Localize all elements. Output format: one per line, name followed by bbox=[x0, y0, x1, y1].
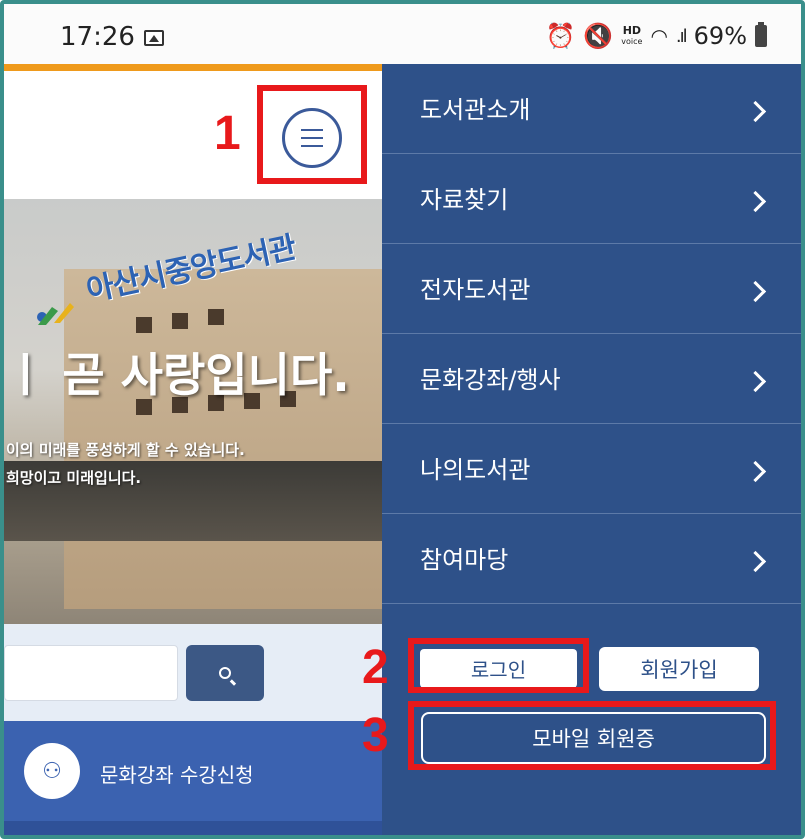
status-bar: 17:26 ⏰ 🔇 HD voice ◠ .ıl 69% bbox=[4, 4, 801, 64]
menu-item-label: 참여마당 bbox=[420, 546, 509, 574]
menu-item-search-materials[interactable]: 자료찾기 bbox=[382, 154, 801, 244]
search-button[interactable] bbox=[186, 645, 264, 701]
hero-banner: 아산시중앙도서관 ㅣ 곧 사랑입니다. 이의 미래를 풍성하게 할 수 있습니다… bbox=[4, 199, 382, 624]
header-accent-bar bbox=[4, 64, 382, 71]
image-notification-icon bbox=[144, 30, 164, 46]
menu-item-label: 나의도서관 bbox=[420, 456, 531, 484]
menu-item-e-library[interactable]: 전자도서관 bbox=[382, 244, 801, 334]
join-button[interactable]: 회원가입 bbox=[599, 647, 759, 691]
hd-voice-icon: HD voice bbox=[621, 23, 643, 46]
status-icons: ⏰ 🔇 HD voice ◠ .ıl 69% bbox=[546, 22, 767, 50]
annotation-number-3: 3 bbox=[362, 709, 389, 762]
chevron-right-icon bbox=[744, 460, 767, 483]
battery-icon bbox=[755, 22, 767, 47]
quick-link-culture-lecture[interactable]: ⚇ 문화강좌 수강신청 bbox=[4, 721, 382, 821]
menu-item-label: 문화강좌/행사 bbox=[420, 366, 561, 394]
menu-button[interactable] bbox=[282, 108, 342, 168]
search-input[interactable] bbox=[4, 645, 178, 701]
login-button[interactable]: 로그인 bbox=[420, 649, 577, 688]
wifi-icon: ◠ bbox=[650, 24, 668, 48]
menu-item-label: 도서관소개 bbox=[420, 96, 531, 124]
menu-item-label: 자료찾기 bbox=[420, 186, 509, 214]
mobile-card-button[interactable]: 모바일 회원증 bbox=[421, 712, 766, 764]
chevron-right-icon bbox=[744, 550, 767, 573]
menu-item-label: 전자도서관 bbox=[420, 276, 531, 304]
quick-link-label: 문화강좌 수강신청 bbox=[100, 763, 254, 787]
mute-icon: 🔇 bbox=[583, 22, 614, 50]
chevron-right-icon bbox=[744, 100, 767, 123]
chevron-right-icon bbox=[744, 190, 767, 213]
lecture-icon: ⚇ bbox=[24, 743, 80, 799]
chevron-right-icon bbox=[744, 370, 767, 393]
chevron-right-icon bbox=[744, 280, 767, 303]
menu-item-my-library[interactable]: 나의도서관 bbox=[382, 424, 801, 514]
status-time: 17:26 bbox=[60, 22, 135, 52]
menu-item-culture-events[interactable]: 문화강좌/행사 bbox=[382, 334, 801, 424]
menu-item-participation[interactable]: 참여마당 bbox=[382, 514, 801, 604]
menu-item-library-intro[interactable]: 도서관소개 bbox=[382, 64, 801, 154]
search-icon bbox=[219, 667, 231, 679]
library-logo-icon bbox=[37, 303, 74, 325]
annotation-number-1: 1 bbox=[214, 107, 241, 160]
bottom-strip bbox=[4, 821, 382, 839]
battery-text: 69% bbox=[693, 22, 747, 50]
hamburger-icon bbox=[301, 129, 323, 147]
hero-subtitle-1: 이의 미래를 풍성하게 할 수 있습니다. bbox=[6, 441, 245, 459]
hero-subtitle-2: 희망이고 미래입니다. bbox=[6, 469, 142, 487]
signal-icon: .ıl bbox=[675, 25, 688, 47]
annotation-number-2: 2 bbox=[362, 641, 389, 694]
alarm-icon: ⏰ bbox=[545, 22, 576, 50]
hero-title: ㅣ 곧 사랑입니다. bbox=[4, 348, 350, 402]
